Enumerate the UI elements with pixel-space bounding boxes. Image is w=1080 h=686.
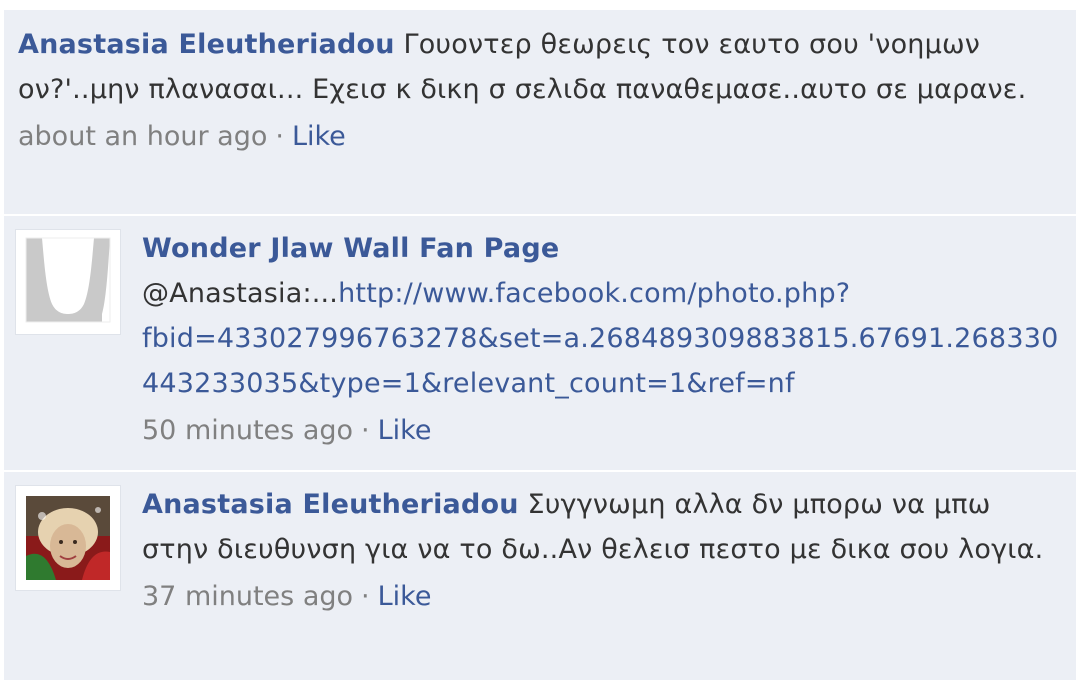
comment-meta: 37 minutes ago · Like bbox=[142, 574, 1062, 619]
page-profile-picture-icon bbox=[16, 230, 120, 334]
comment-author-link[interactable]: Anastasia Eleutheriadou bbox=[18, 29, 395, 60]
like-link[interactable]: Like bbox=[378, 581, 432, 612]
comment-item: Wonder Jlaw Wall Fan Page @Anastasia:...… bbox=[4, 216, 1076, 472]
like-link[interactable]: Like bbox=[292, 121, 346, 152]
like-link[interactable]: Like bbox=[378, 415, 432, 446]
comment-item: Anastasia Eleutheriadou Συγγνωμη αλλα δν… bbox=[4, 472, 1076, 682]
comment-meta: 50 minutes ago · Like bbox=[142, 408, 1062, 453]
comment-timestamp: about an hour ago bbox=[18, 121, 268, 152]
comment-body: Wonder Jlaw Wall Fan Page @Anastasia:...… bbox=[142, 226, 1062, 406]
comment-text: @Anastasia:... bbox=[142, 278, 339, 309]
avatar[interactable] bbox=[16, 486, 120, 590]
comment-timestamp: 37 minutes ago bbox=[142, 581, 354, 612]
user-profile-picture-icon bbox=[16, 486, 120, 590]
comment-feed: Anastasia Eleutheriadou Γουοντερ θεωρεις… bbox=[4, 10, 1076, 682]
meta-separator: · bbox=[361, 415, 370, 446]
comment-author-link[interactable]: Anastasia Eleutheriadou bbox=[142, 489, 519, 520]
avatar[interactable] bbox=[16, 230, 120, 334]
comment-timestamp: 50 minutes ago bbox=[142, 415, 354, 446]
comment-item: Anastasia Eleutheriadou Γουοντερ θεωρεις… bbox=[4, 10, 1076, 216]
meta-separator: · bbox=[361, 581, 370, 612]
comment-body: Anastasia Eleutheriadou Γουοντερ θεωρεις… bbox=[18, 22, 1062, 112]
comment-author-link[interactable]: Wonder Jlaw Wall Fan Page bbox=[142, 233, 559, 264]
comment-meta: about an hour ago · Like bbox=[18, 114, 1062, 159]
meta-separator: · bbox=[275, 121, 284, 152]
comment-body: Anastasia Eleutheriadou Συγγνωμη αλλα δν… bbox=[142, 482, 1062, 572]
